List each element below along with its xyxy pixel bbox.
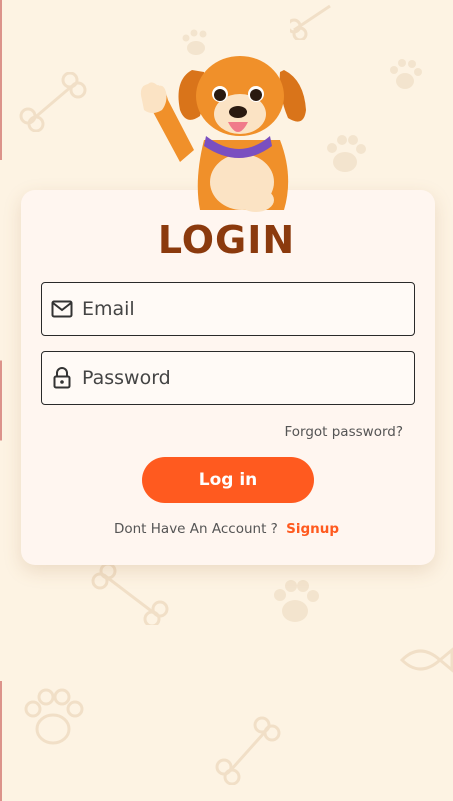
bone-icon	[290, 0, 350, 40]
dog-mascot	[134, 50, 314, 216]
bone-icon	[212, 715, 282, 785]
email-field[interactable]	[41, 282, 415, 336]
paw-icon	[320, 130, 370, 180]
signup-link[interactable]: Signup	[286, 521, 339, 537]
login-button[interactable]: Log in	[142, 457, 314, 503]
mail-icon	[42, 300, 82, 318]
bone-icon	[18, 72, 88, 132]
paw-icon	[385, 55, 425, 95]
left-edge-line	[0, 0, 2, 801]
lock-icon	[42, 367, 82, 389]
forgot-password-link[interactable]: Forgot password?	[284, 424, 403, 440]
password-input[interactable]	[82, 352, 402, 404]
bone-icon	[90, 565, 170, 625]
signup-row: Dont Have An Account ? Signup	[0, 521, 453, 537]
signup-prompt: Dont Have An Account ?	[113, 521, 278, 537]
fish-icon	[400, 640, 453, 680]
paw-icon	[268, 575, 323, 630]
login-title: LOGIN	[157, 218, 296, 262]
email-input[interactable]	[82, 283, 402, 335]
paw-icon	[18, 685, 88, 755]
password-field[interactable]	[41, 351, 415, 405]
